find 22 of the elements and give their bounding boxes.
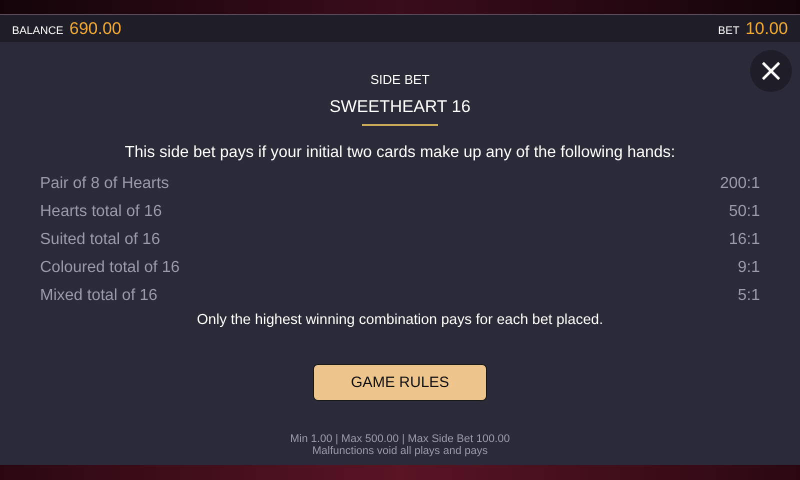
intro-text: This side bet pays if your initial two cards make up any of the following hands: <box>124 144 676 162</box>
bet-limits: Min 1.00 | Max 500.00 | Max Side Bet 100.00 <box>290 433 510 445</box>
close-button[interactable]: × <box>750 50 792 92</box>
disclaimer: Malfunctions void all plays and pays <box>312 445 488 457</box>
payout-odds: 16:1 <box>728 231 760 249</box>
hand-name: Pair of 8 of Hearts <box>40 175 169 193</box>
dialog-subtitle: SIDE BET <box>370 72 430 87</box>
game-rules-button[interactable]: GAME RULES <box>313 364 487 401</box>
hand-name: Suited total of 16 <box>40 231 160 249</box>
payout-odds: 5:1 <box>738 287 760 305</box>
dialog-title: SWEETHEART 16 <box>329 97 471 118</box>
payout-odds: 50:1 <box>728 203 760 221</box>
balance-label: BALANCE <box>12 24 64 36</box>
payout-odds: 200:1 <box>720 175 760 193</box>
payout-odds: 9:1 <box>738 259 760 277</box>
bet-value: 10.00 <box>745 18 788 38</box>
note-text: Only the highest winning combination pays for each bet placed. <box>196 312 604 328</box>
hand-name: Coloured total of 16 <box>40 259 180 277</box>
balance-value: 690.00 <box>69 18 122 38</box>
hand-name: Hearts total of 16 <box>40 203 162 221</box>
hand-name: Mixed total of 16 <box>40 287 158 305</box>
bet-label: BET <box>718 24 740 36</box>
